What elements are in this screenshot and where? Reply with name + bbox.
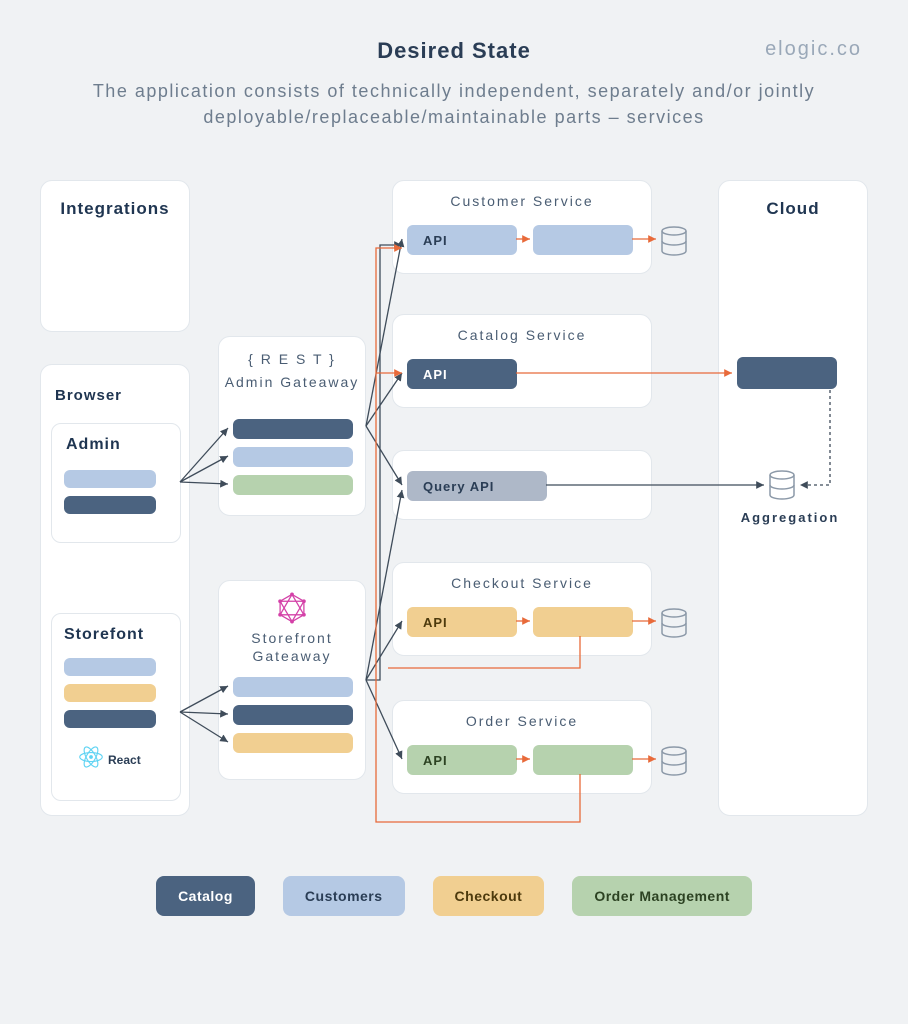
order-service-box: Order Service API	[392, 700, 652, 794]
legend: Catalog Customers Checkout Order Managem…	[0, 876, 908, 916]
catalog-service-box: Catalog Service API	[392, 314, 652, 408]
customer-module	[533, 225, 633, 255]
react-icon	[76, 742, 106, 777]
sf-gw-bar-customers	[233, 677, 353, 697]
catalog-service-title: Catalog Service	[393, 327, 651, 343]
query-box: Query API	[392, 450, 652, 520]
checkout-api: API	[407, 607, 517, 637]
sf-gw-bar-checkout	[233, 733, 353, 753]
db-icon-customer	[660, 226, 688, 256]
checkout-api-label: API	[423, 607, 448, 637]
legend-catalog: Catalog	[156, 876, 255, 916]
checkout-service-box: Checkout Service API	[392, 562, 652, 656]
admin-gw-bar-catalog	[233, 419, 353, 439]
brand-label: elogic.co	[765, 38, 862, 61]
admin-label: Admin	[66, 436, 121, 454]
customer-api: API	[407, 225, 517, 255]
cloud-label: Cloud	[719, 199, 867, 219]
storefront-box: Storefont React	[51, 613, 181, 801]
checkout-module	[533, 607, 633, 637]
admin-gateway-box: { R E S T } Admin Gateaway	[218, 336, 366, 516]
catalog-api-label: API	[423, 359, 448, 389]
customer-api-label: API	[423, 225, 448, 255]
query-api-label: Query API	[423, 471, 494, 501]
order-service-title: Order Service	[393, 713, 651, 729]
integrations-box: Integrations	[40, 180, 190, 332]
admin-gateway-rest: { R E S T }	[219, 351, 365, 367]
browser-box: Browser Admin Storefont React	[40, 364, 190, 816]
storefront-bar-checkout	[64, 684, 156, 702]
query-api: Query API	[407, 471, 547, 501]
storefront-gateway-box: Storefront Gateaway	[218, 580, 366, 780]
db-icon-order	[660, 746, 688, 776]
legend-order: Order Management	[572, 876, 752, 916]
admin-gw-bar-customers	[233, 447, 353, 467]
browser-label: Browser	[55, 387, 122, 404]
order-api: API	[407, 745, 517, 775]
react-label: React	[108, 753, 141, 767]
admin-gw-bar-order	[233, 475, 353, 495]
legend-customers: Customers	[283, 876, 405, 916]
customer-service-title: Customer Service	[393, 193, 651, 209]
cloud-catalog-block	[737, 357, 837, 389]
customer-service-box: Customer Service API	[392, 180, 652, 274]
admin-gateway-title: Admin Gateaway	[219, 373, 365, 391]
storefront-label: Storefont	[64, 626, 144, 644]
db-icon-checkout	[660, 608, 688, 638]
order-module	[533, 745, 633, 775]
sf-gw-bar-catalog	[233, 705, 353, 725]
storefront-bar-catalog	[64, 710, 156, 728]
admin-box: Admin	[51, 423, 181, 543]
storefront-bar-customers	[64, 658, 156, 676]
graphql-icon	[219, 591, 365, 630]
checkout-service-title: Checkout Service	[393, 575, 651, 591]
db-icon-aggregation	[768, 470, 796, 500]
admin-bar-catalog	[64, 496, 156, 514]
legend-checkout: Checkout	[433, 876, 545, 916]
storefront-gateway-title: Storefront Gateaway	[219, 629, 365, 665]
integrations-label: Integrations	[41, 199, 189, 219]
admin-bar-customers	[64, 470, 156, 488]
diagram-subtitle: The application consists of technically …	[60, 78, 848, 130]
order-api-label: API	[423, 745, 448, 775]
catalog-api: API	[407, 359, 517, 389]
react-badge: React	[76, 742, 141, 777]
aggregation-label: Aggregation	[730, 510, 850, 525]
